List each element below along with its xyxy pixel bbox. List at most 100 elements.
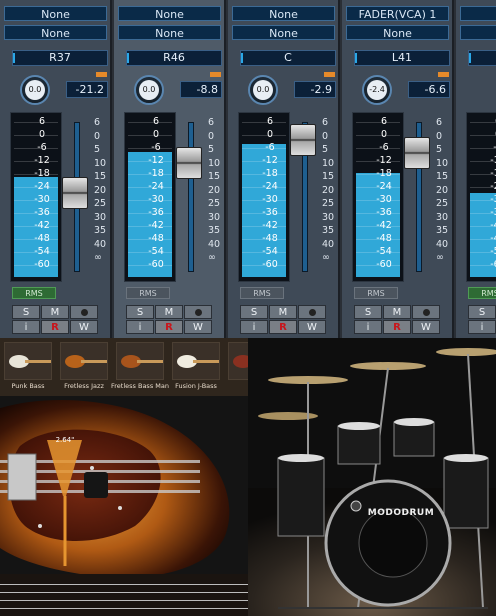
meter-scale-label: -6 <box>483 143 496 153</box>
solo-button[interactable]: S <box>354 305 382 319</box>
bass-thumb-neck-icon <box>137 360 163 363</box>
rms-toggle[interactable]: RMS <box>354 287 398 299</box>
send-slot-2[interactable]: None <box>232 25 335 40</box>
bass-preset-label: Punk Bass <box>11 382 45 390</box>
pan-value: L41 <box>391 51 413 64</box>
fader-scale-label: 20 <box>208 184 221 196</box>
fader-handle[interactable] <box>404 137 430 169</box>
fader-scale-label: 5 <box>94 144 101 155</box>
write-automation-button[interactable]: W <box>412 320 440 334</box>
mixer-channel-strip: None None C 0.0 -2.9 6 0 -6 -12 -18 -24 -30 -36 -42 -4… <box>228 0 340 338</box>
solo-button[interactable]: S <box>468 305 496 319</box>
record-arm-button[interactable] <box>70 305 98 319</box>
meter-scale-label: -12 <box>262 155 278 166</box>
solo-button[interactable]: S <box>126 305 154 319</box>
mixer-channel-strip: None None R37 0.0 -21.2 6 0 -6 -12 -18 -24 -30 -36 -4… <box>0 0 112 338</box>
meter-scale-label: -12 <box>148 155 164 166</box>
gain-knob[interactable]: -2.4 <box>362 75 392 105</box>
pan-marker <box>13 53 15 63</box>
pan-display[interactable]: C <box>240 50 336 66</box>
solo-button[interactable]: S <box>12 305 40 319</box>
pan-display[interactable]: L41 <box>354 50 450 66</box>
mixer-panel: None None R37 0.0 -21.2 6 0 -6 -12 -18 -24 -30 -36 -4… <box>0 0 496 338</box>
volume-display[interactable]: -21.2 <box>66 81 108 98</box>
fader-handle[interactable] <box>62 177 88 209</box>
rms-toggle[interactable]: RMS <box>468 287 496 299</box>
fader-scale-label: 30 <box>94 211 107 223</box>
volume-display[interactable]: -8.8 <box>180 81 222 98</box>
pan-display[interactable] <box>468 50 496 66</box>
record-arm-button[interactable] <box>184 305 212 319</box>
bass-preset-thumb[interactable] <box>172 342 220 380</box>
fader-scale-label: 10 <box>208 157 221 169</box>
meter-scale-label: -54 <box>376 246 392 257</box>
rms-toggle[interactable]: RMS <box>126 287 170 299</box>
send-slot-2[interactable]: None <box>118 25 221 40</box>
fader-scale-label: 15 <box>208 171 221 182</box>
input-monitor-button[interactable]: i <box>468 320 496 334</box>
volume-display[interactable]: -6.6 <box>408 81 450 98</box>
send-slot-1[interactable]: None <box>4 6 107 21</box>
pan-display[interactable]: R37 <box>12 50 108 66</box>
meter-scale-label: 6 <box>483 117 496 127</box>
volume-display[interactable]: -2.9 <box>294 81 336 98</box>
fader-scale-label: 15 <box>322 171 335 182</box>
input-monitor-button[interactable]: i <box>126 320 154 334</box>
rms-toggle[interactable]: RMS <box>12 287 56 299</box>
fader-scale-label: 35 <box>94 225 107 236</box>
meter-scale-label: -54 <box>490 246 496 257</box>
send-slot-1[interactable]: FADI <box>460 6 496 21</box>
fader-handle[interactable] <box>290 124 316 156</box>
level-meter: 6 0 -6 -12 -18 -24 -30 -36 -42 -48 -54 -60 <box>10 112 62 282</box>
mute-button[interactable]: M <box>155 305 183 319</box>
meter-scale-label: -30 <box>262 194 278 205</box>
fader-track[interactable] <box>188 122 194 272</box>
meter-scale-label: -24 <box>148 181 164 192</box>
rms-toggle[interactable]: RMS <box>240 287 284 299</box>
bass-preset-thumb[interactable] <box>116 342 164 380</box>
pan-display[interactable]: R46 <box>126 50 222 66</box>
solo-button[interactable]: S <box>240 305 268 319</box>
mute-button[interactable]: M <box>383 305 411 319</box>
fader-handle[interactable] <box>176 147 202 179</box>
input-monitor-button[interactable]: i <box>12 320 40 334</box>
bass-preset-thumb[interactable] <box>60 342 108 380</box>
mute-button[interactable]: M <box>41 305 69 319</box>
automation-indicator <box>324 72 335 77</box>
write-automation-button[interactable]: W <box>184 320 212 334</box>
meter-scale-label: -30 <box>490 194 496 205</box>
meter-scale-label: -42 <box>376 220 392 231</box>
read-automation-button[interactable]: R <box>155 320 183 334</box>
send-slot-2[interactable]: None <box>460 25 496 40</box>
drum-logo: MODODRUM <box>367 508 435 518</box>
bass-preset-thumb[interactable] <box>4 342 52 380</box>
meter-scale-label: -12 <box>490 155 496 166</box>
meter-scale-label: -60 <box>34 259 50 270</box>
bass-guitar-view[interactable]: 2.64" <box>0 396 248 579</box>
send-slot-1[interactable]: None <box>118 6 221 21</box>
drum-kit-panel: MODODRUM <box>248 338 496 616</box>
gain-knob[interactable]: 0.0 <box>248 75 278 105</box>
input-monitor-button[interactable]: i <box>240 320 268 334</box>
meter-scale-label: -60 <box>376 259 392 270</box>
write-automation-button[interactable]: W <box>298 320 326 334</box>
bass-neck-strip <box>0 574 248 616</box>
send-slot-2[interactable]: None <box>346 25 449 40</box>
write-automation-button[interactable]: W <box>70 320 98 334</box>
bass-preset-thumb[interactable] <box>228 342 248 380</box>
read-automation-button[interactable]: R <box>41 320 69 334</box>
send-slot-1[interactable]: None <box>232 6 335 21</box>
read-automation-button[interactable]: R <box>269 320 297 334</box>
record-arm-button[interactable] <box>412 305 440 319</box>
gain-knob[interactable]: 0.0 <box>20 75 50 105</box>
input-monitor-button[interactable]: i <box>354 320 382 334</box>
meter-scale-label: 0 <box>380 129 388 140</box>
read-automation-button[interactable]: R <box>383 320 411 334</box>
mute-button[interactable]: M <box>269 305 297 319</box>
send-slot-2[interactable]: None <box>4 25 107 40</box>
meter-scale-label: 0 <box>483 130 496 140</box>
record-arm-button[interactable] <box>298 305 326 319</box>
gain-knob[interactable]: 0.0 <box>134 75 164 105</box>
fader-scale-label: 25 <box>322 198 335 209</box>
send-slot-1[interactable]: FADER(VCA) 1 <box>346 6 449 21</box>
